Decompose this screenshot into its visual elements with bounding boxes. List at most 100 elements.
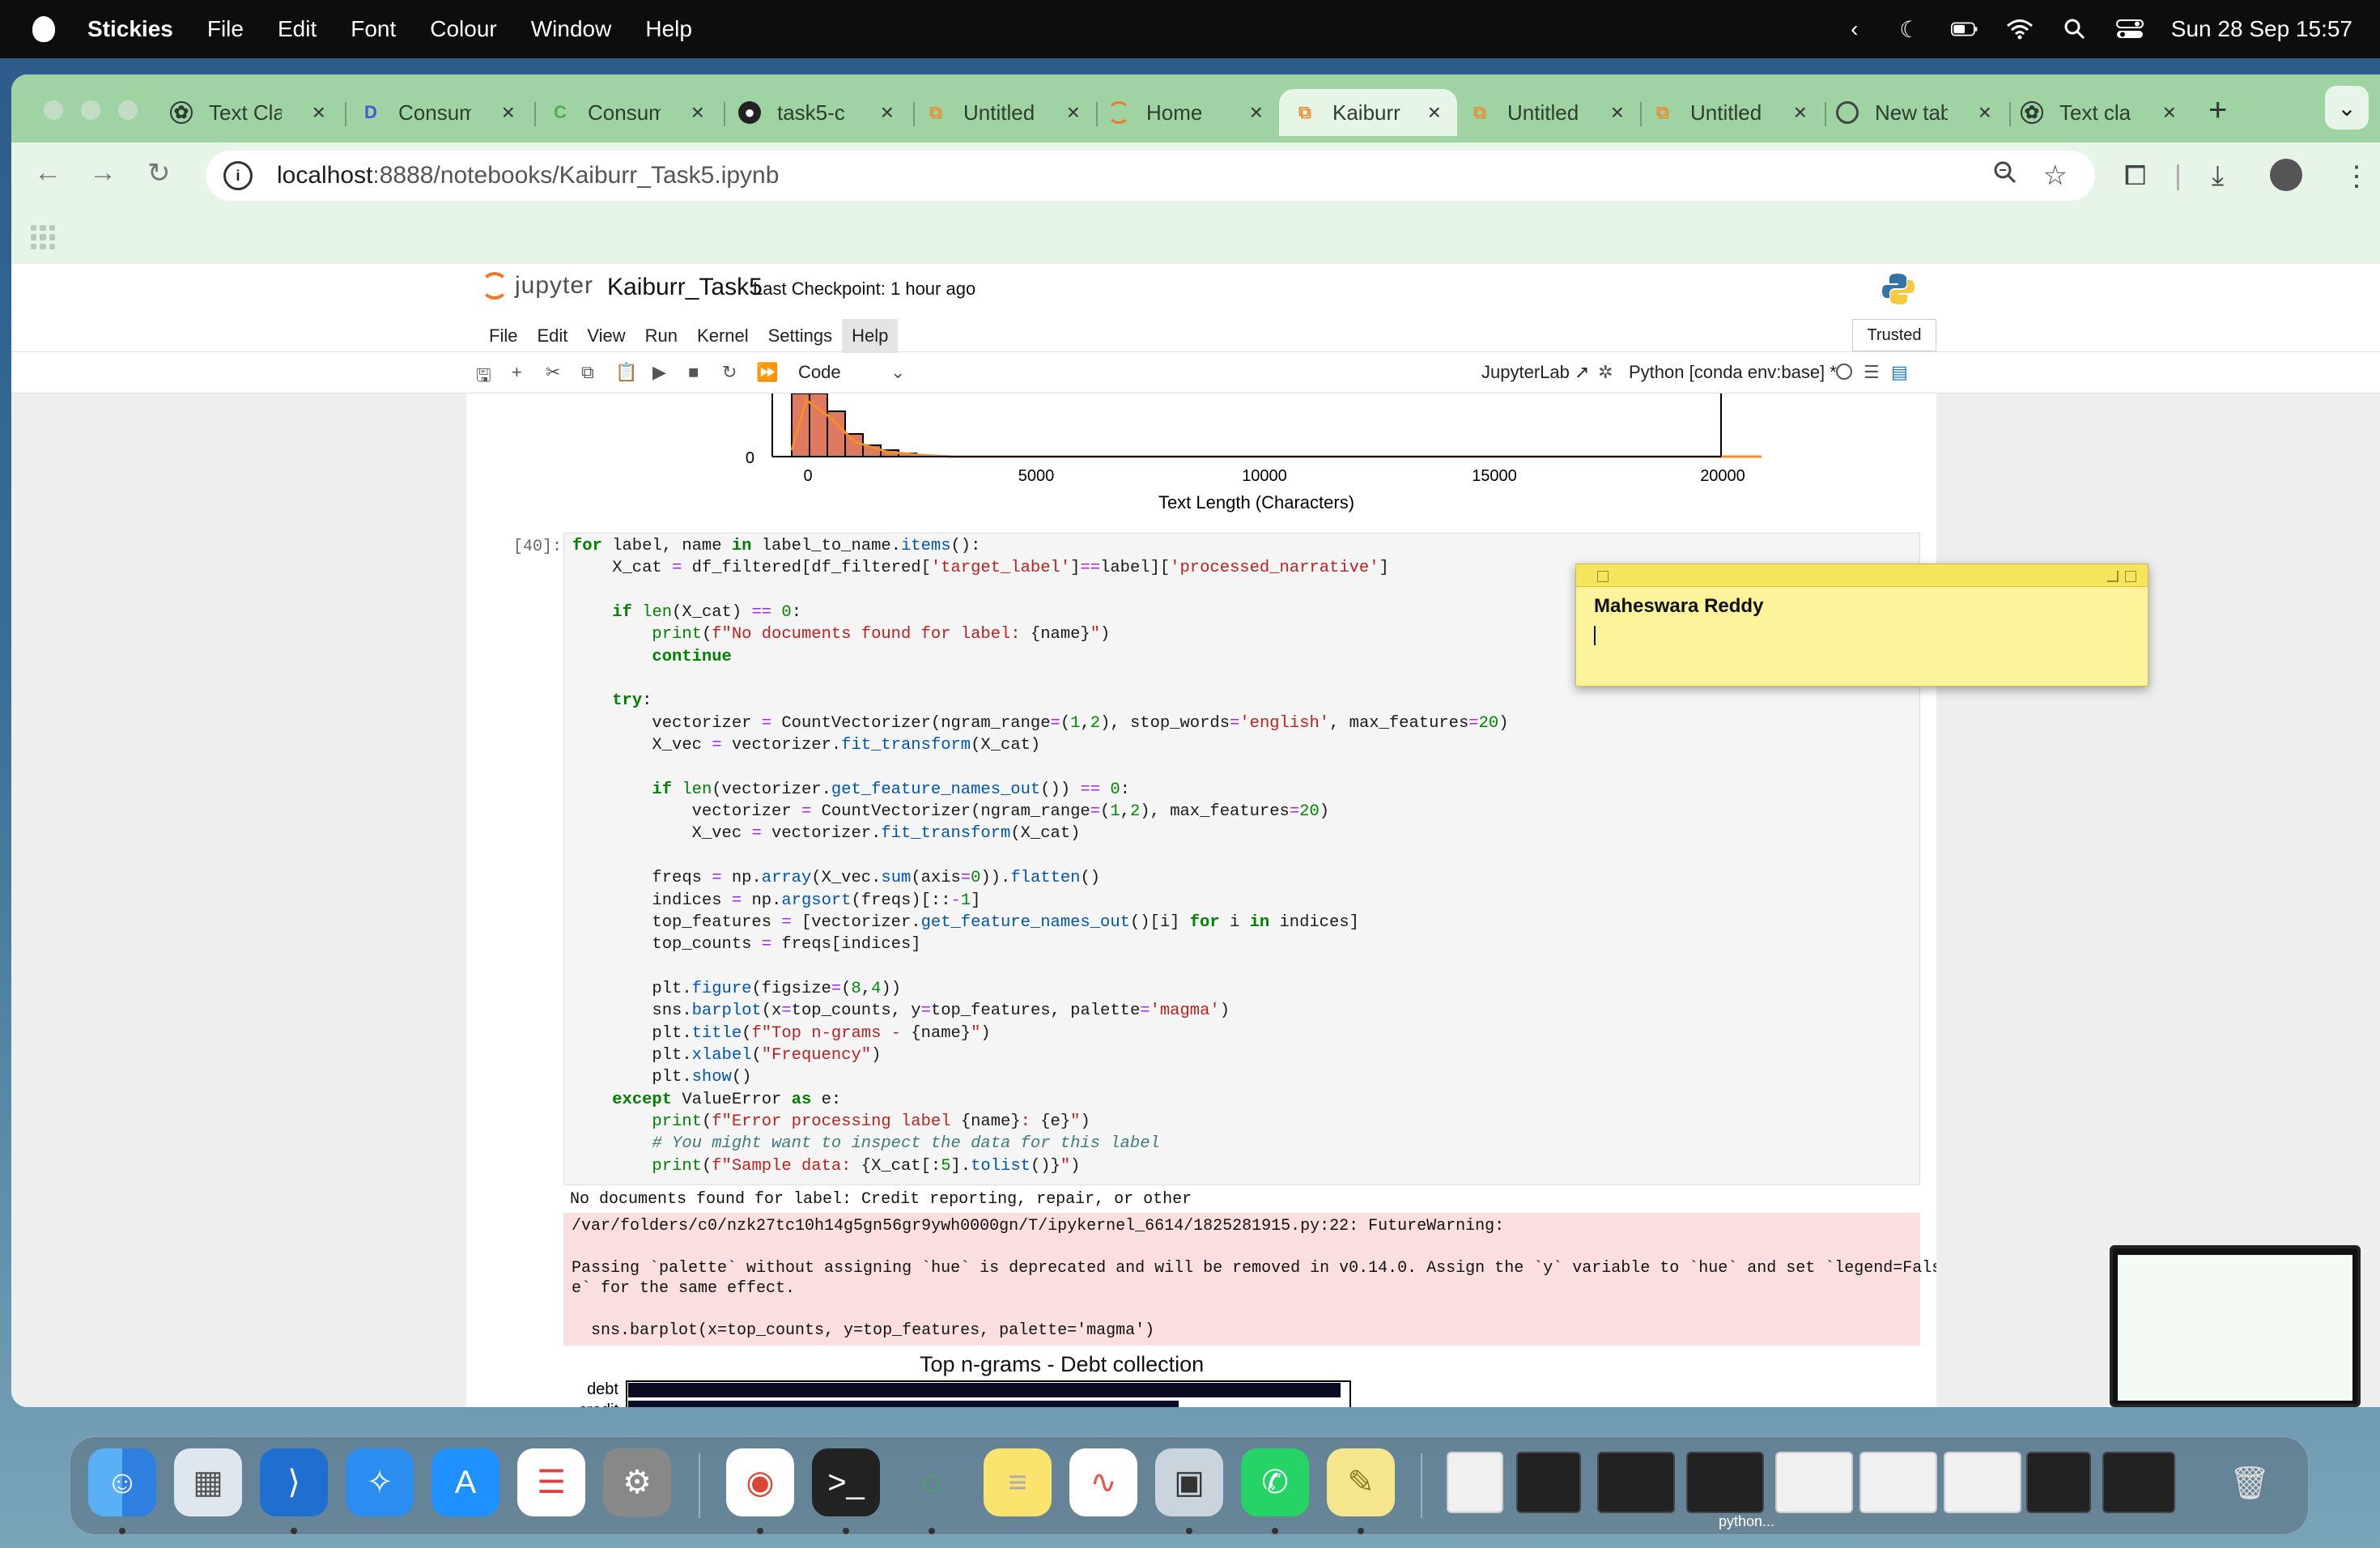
fast-forward-icon[interactable]: ⏩ [756, 362, 778, 383]
freeform-icon[interactable]: ∿ [1069, 1448, 1137, 1516]
minimized-calculator-window[interactable] [2102, 1452, 2175, 1513]
minimize-window-button[interactable] [81, 100, 100, 120]
tab-home[interactable]: Home × [1107, 89, 1279, 136]
minimized-whatsapp-window[interactable] [2026, 1452, 2091, 1513]
minimized-browser-window-2[interactable] [1859, 1452, 1937, 1513]
notes-icon[interactable]: ≡ [984, 1448, 1052, 1516]
run-icon[interactable]: ▶ [652, 362, 666, 383]
new-tab-button[interactable]: + [2208, 92, 2227, 129]
battery-icon[interactable] [1950, 17, 1978, 41]
more-menu-icon[interactable]: ⋮ [2343, 160, 2370, 193]
apps-grid-icon[interactable] [31, 225, 55, 249]
menu-app-name[interactable]: Stickies [87, 16, 173, 42]
extensions-icon[interactable]: ⧠ [2124, 160, 2146, 192]
jupyter-menu-settings[interactable]: Settings [759, 319, 843, 353]
vscode-icon[interactable]: ⟩ [260, 1448, 328, 1516]
tab-kaiburr[interactable]: ⧉ Kaiburr × [1279, 89, 1457, 136]
notebook-title[interactable]: Kaiburr_Task5 [607, 274, 763, 301]
sticky-titlebar[interactable] [1576, 564, 2148, 587]
profile-avatar[interactable] [2270, 159, 2302, 191]
wifi-icon[interactable] [2006, 17, 2034, 41]
stickies-icon[interactable]: ✎ [1327, 1448, 1395, 1516]
chevron-left-icon[interactable]: ‹ [1841, 16, 1868, 41]
close-icon[interactable]: × [1067, 100, 1080, 125]
menu-help[interactable]: Help [645, 16, 692, 42]
jupyter-menu-file[interactable]: File [479, 319, 527, 353]
trusted-indicator[interactable]: Trusted [1852, 319, 1936, 351]
close-window-button[interactable] [44, 100, 63, 120]
trash-icon[interactable]: 🗑 [2216, 1448, 2284, 1516]
close-icon[interactable]: × [1428, 100, 1441, 125]
tab-text-classification-2[interactable]: ✿ Text cla × [2021, 89, 2192, 136]
close-icon[interactable]: × [1250, 100, 1263, 125]
menu-file[interactable]: File [207, 16, 244, 42]
jupyter-menu-edit[interactable]: Edit [527, 319, 577, 353]
minimized-browser-window-3[interactable] [1944, 1452, 2021, 1513]
tab-consumer-2[interactable]: C Consum × [549, 89, 720, 136]
tab-github-task5[interactable]: ● task5-c × [738, 89, 910, 136]
spotlight-search-icon[interactable] [2061, 17, 2089, 41]
close-icon[interactable]: × [1794, 100, 1807, 125]
tab-untitled-1[interactable]: ⧉ Untitled × [924, 89, 1096, 136]
menu-colour[interactable]: Colour [430, 16, 496, 42]
sticky-text[interactable]: Maheswara Reddy [1576, 587, 2148, 626]
debugger-icon[interactable]: ✲ [1598, 362, 1613, 383]
close-icon[interactable]: × [312, 100, 325, 125]
close-icon[interactable]: × [881, 100, 894, 125]
cut-icon[interactable]: ✂ [546, 362, 560, 383]
minimized-document[interactable] [1447, 1452, 1503, 1513]
bookmark-star-icon[interactable]: ☆ [2043, 159, 2068, 192]
kernel-name[interactable]: Python [conda env:base] * [1629, 362, 1837, 383]
sticky-note[interactable]: Maheswara Reddy [1575, 563, 2148, 687]
minimized-browser-window-1[interactable] [1775, 1452, 1853, 1513]
whatsapp-icon[interactable]: ✆ [1241, 1448, 1309, 1516]
window-thumbnail[interactable] [2110, 1245, 2361, 1407]
zoom-icon[interactable] [1993, 160, 2017, 191]
jupyter-menu-run[interactable]: Run [635, 319, 687, 353]
finder-icon[interactable]: ☺ [88, 1448, 156, 1516]
preview-icon[interactable]: ▣ [1155, 1448, 1223, 1516]
sticky-zoom-button[interactable] [2125, 571, 2136, 582]
copy-icon[interactable]: ⧉ [581, 362, 594, 383]
chrome-icon[interactable]: ◉ [726, 1448, 794, 1516]
restart-icon[interactable]: ↻ [722, 362, 737, 383]
menu-window[interactable]: Window [531, 16, 612, 42]
apple-icon[interactable] [32, 16, 55, 42]
save-icon[interactable]: 🖫 [476, 362, 491, 393]
tab-untitled-2[interactable]: ⧉ Untitled × [1468, 89, 1640, 136]
property-inspector-icon[interactable]: ▤ [1891, 362, 1908, 383]
jupyter-menu-view[interactable]: View [577, 319, 635, 353]
tab-untitled-3[interactable]: ⧉ Untitled × [1651, 89, 1823, 136]
download-icon[interactable]: ⤓ [2212, 160, 2224, 192]
anaconda-icon[interactable]: ◌ [898, 1448, 966, 1516]
minimized-terminal-window-1[interactable] [1597, 1452, 1675, 1513]
jupyter-menu-help[interactable]: Help [842, 319, 899, 353]
forward-arrow-icon[interactable]: → [89, 157, 117, 189]
menu-font[interactable]: Font [351, 16, 396, 42]
clock[interactable]: Sun 28 Sep 15:57 [2171, 16, 2352, 42]
paste-icon[interactable]: 📋 [615, 362, 637, 383]
tab-text-classification-1[interactable]: ✿ Text Cla × [170, 89, 342, 136]
jupyter-menu-kernel[interactable]: Kernel [687, 319, 759, 353]
sticky-close-button[interactable] [1597, 571, 1609, 582]
moon-icon[interactable]: ☾ [1896, 17, 1923, 42]
back-arrow-icon[interactable]: ← [34, 157, 62, 189]
stop-icon[interactable]: ■ [688, 362, 699, 383]
close-icon[interactable]: × [1611, 100, 1624, 125]
tab-search-button[interactable]: ⌄ [2325, 86, 2369, 130]
close-icon[interactable]: × [1978, 100, 1991, 125]
terminal-icon[interactable]: >_ [812, 1448, 880, 1516]
close-icon[interactable]: × [691, 100, 704, 125]
control-center-icon[interactable] [2115, 17, 2144, 41]
cell-type-select[interactable]: Code [798, 362, 841, 383]
close-icon[interactable]: × [2163, 100, 2176, 125]
launchpad-icon[interactable]: ▦ [174, 1448, 242, 1516]
list-icon[interactable]: ☰ [1864, 362, 1880, 383]
safari-icon[interactable]: ✧ [346, 1448, 414, 1516]
chevron-down-icon[interactable]: ⌄ [890, 362, 905, 383]
jupyterlab-link[interactable]: JupyterLab ↗ [1481, 362, 1589, 383]
close-icon[interactable]: × [502, 100, 515, 125]
app-store-icon[interactable]: A [431, 1448, 499, 1516]
jupyter-logo[interactable]: jupyter [481, 272, 593, 300]
tab-consumer-1[interactable]: D Consum × [359, 89, 531, 136]
